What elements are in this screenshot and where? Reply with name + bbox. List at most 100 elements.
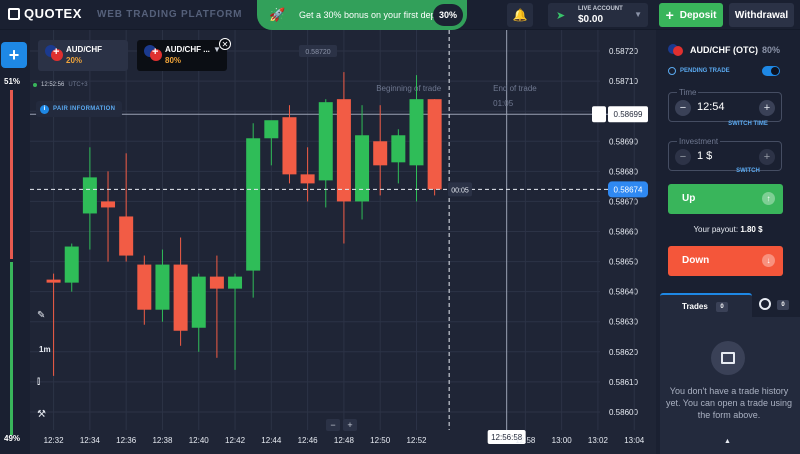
zoom-in-button[interactable]: +	[343, 419, 357, 431]
candle-body	[427, 99, 442, 190]
trades-count-badge: 0	[716, 302, 728, 312]
x-tick-label: 12:46	[298, 436, 319, 445]
trades-tabs: Trades 0 0	[660, 293, 800, 317]
time-decrease-button[interactable]: −	[675, 100, 691, 116]
chart-area[interactable]: 0.587200.587100.587000.586900.586800.586…	[30, 30, 656, 454]
pencil-icon[interactable]: ✎	[37, 310, 45, 321]
switzerland-flag-icon	[51, 46, 63, 61]
switzerland-flag-icon	[150, 46, 162, 61]
x-tick-label: 12:42	[225, 436, 246, 445]
switch-currency-link[interactable]: SWITCH	[656, 168, 800, 174]
tab-trades[interactable]: Trades 0	[660, 293, 752, 317]
server-time: 12:52:56	[41, 82, 65, 88]
current-price-label: 0.58674	[614, 185, 643, 194]
app-root: QUOTEX WEB TRADING PLATFORM 🚀 Get a 30% …	[0, 0, 800, 454]
candle-body	[64, 246, 79, 283]
indicators-icon[interactable]: ⚒	[37, 409, 46, 420]
time-increase-button[interactable]: +	[759, 100, 775, 116]
trades-list: You don't have a trade history yet. You …	[660, 317, 800, 454]
pending-trades-clock-icon[interactable]	[759, 298, 771, 310]
chevron-up-icon[interactable]: ▲	[724, 438, 731, 445]
x-tick-label: 12:32	[44, 436, 65, 445]
logo-icon	[8, 7, 20, 20]
pair-information-label: PAIR INFORMATION	[53, 106, 116, 112]
panel-payout-percent: 80%	[762, 45, 781, 55]
investment-field[interactable]: Investment − 1 $ +	[668, 137, 782, 171]
zoom-out-button[interactable]: −	[326, 419, 340, 431]
candle-body	[155, 264, 170, 310]
x-tick-label: 12:38	[152, 436, 173, 445]
timeframe-button[interactable]: 1m	[39, 345, 51, 354]
candle-body	[355, 135, 370, 202]
time-field[interactable]: Time − 12:54 +	[668, 88, 782, 122]
sentiment-up-bar	[10, 262, 13, 435]
investment-increase-button[interactable]: +	[759, 149, 775, 165]
payout-row: Your payout: 1.80 $	[656, 225, 800, 234]
investment-decrease-button[interactable]: −	[675, 149, 691, 165]
account-balance: $0.00	[578, 14, 604, 25]
pair-information-button[interactable]: i PAIR INFORMATION	[36, 101, 122, 117]
account-type-label: LIVE ACCOUNT	[578, 6, 623, 12]
beginning-of-trade-label: Beginning of trade	[376, 84, 441, 93]
x-tick-label: 12:50	[370, 436, 391, 445]
down-button[interactable]: Down ↓	[668, 246, 783, 276]
candle-body	[300, 174, 315, 184]
x-tick-label: 12:44	[261, 436, 282, 445]
empty-history-icon	[711, 341, 745, 375]
x-tick-label: 13:02	[588, 436, 609, 445]
sentiment-down-percent: 49%	[4, 434, 21, 443]
asset-tab-1[interactable]: AUD/CHF 20%	[38, 40, 128, 71]
left-rail: + 51% 49%	[0, 30, 30, 454]
asset-tab-2[interactable]: AUD/CHF ... 80% ▼	[137, 40, 227, 71]
candle-body	[46, 279, 61, 283]
candle-body	[82, 177, 97, 214]
pending-trade-toggle[interactable]	[762, 66, 780, 76]
candlestick-chart[interactable]: 0.587200.587100.587000.586900.586800.586…	[30, 30, 656, 454]
withdrawal-button[interactable]: Withdrawal	[729, 3, 794, 27]
candle-body	[173, 264, 188, 331]
close-tab-icon[interactable]: ✕	[219, 38, 231, 50]
x-tick-label: 12:58	[515, 436, 536, 445]
pending-trade-row: PENDING TRADE	[668, 67, 730, 75]
notifications-button[interactable]: 🔔	[507, 3, 533, 27]
payout-value: 1.80 $	[740, 225, 763, 234]
add-asset-button[interactable]: +	[1, 42, 27, 68]
down-label: Down	[682, 255, 710, 266]
pending-count-badge: 0	[777, 300, 789, 310]
bonus-banner[interactable]: 🚀 Get a 30% bonus on your first deposit …	[257, 0, 467, 30]
x-tick-label: 12:40	[189, 436, 210, 445]
candle-body	[209, 276, 224, 289]
candle-body	[246, 138, 261, 271]
logo[interactable]: QUOTEX	[8, 6, 82, 21]
account-switcher[interactable]: ➤ LIVE ACCOUNT $0.00 ▼	[548, 3, 648, 27]
x-tick-label: 12:36	[116, 436, 137, 445]
asset-tab-payout: 20%	[66, 56, 83, 65]
chart-type-icon[interactable]: ⫾	[37, 376, 40, 387]
candle-body	[336, 99, 351, 202]
candle-body	[191, 276, 206, 328]
bonus-text: Get a 30% bonus on your first deposit	[299, 10, 450, 20]
x-tick-label: 12:52	[406, 436, 427, 445]
candle-body	[119, 216, 134, 256]
trade-panel: AUD/CHF (OTC) 80% PENDING TRADE Time − 1…	[656, 30, 800, 454]
clock-icon	[668, 67, 676, 75]
end-of-trade-label: End of trade	[493, 84, 537, 93]
asset-tab-name: AUD/CHF	[66, 45, 102, 54]
trades-tab-label: Trades	[682, 302, 708, 311]
candle-body	[228, 276, 243, 289]
up-button[interactable]: Up ↑	[668, 184, 783, 214]
sentiment-up-percent: 51%	[4, 77, 21, 86]
end-of-trade-time: 01:05	[493, 99, 514, 108]
x-tick-label: 13:00	[552, 436, 573, 445]
plus-icon: +	[8, 44, 20, 65]
time-value[interactable]: 12:54	[697, 101, 725, 113]
arrow-up-icon: ↑	[762, 192, 775, 205]
x-tick-label: 12:34	[80, 436, 101, 445]
investment-value[interactable]: 1 $	[697, 150, 712, 162]
switch-time-link[interactable]: SWITCH TIME	[656, 121, 800, 127]
paper-plane-icon: ➤	[556, 10, 566, 22]
deposit-button[interactable]: + Deposit	[659, 3, 723, 27]
plus-icon: +	[665, 7, 674, 23]
empty-history-text: You don't have a trade history yet. You …	[665, 386, 793, 420]
pending-trade-label: PENDING TRADE	[680, 68, 730, 74]
